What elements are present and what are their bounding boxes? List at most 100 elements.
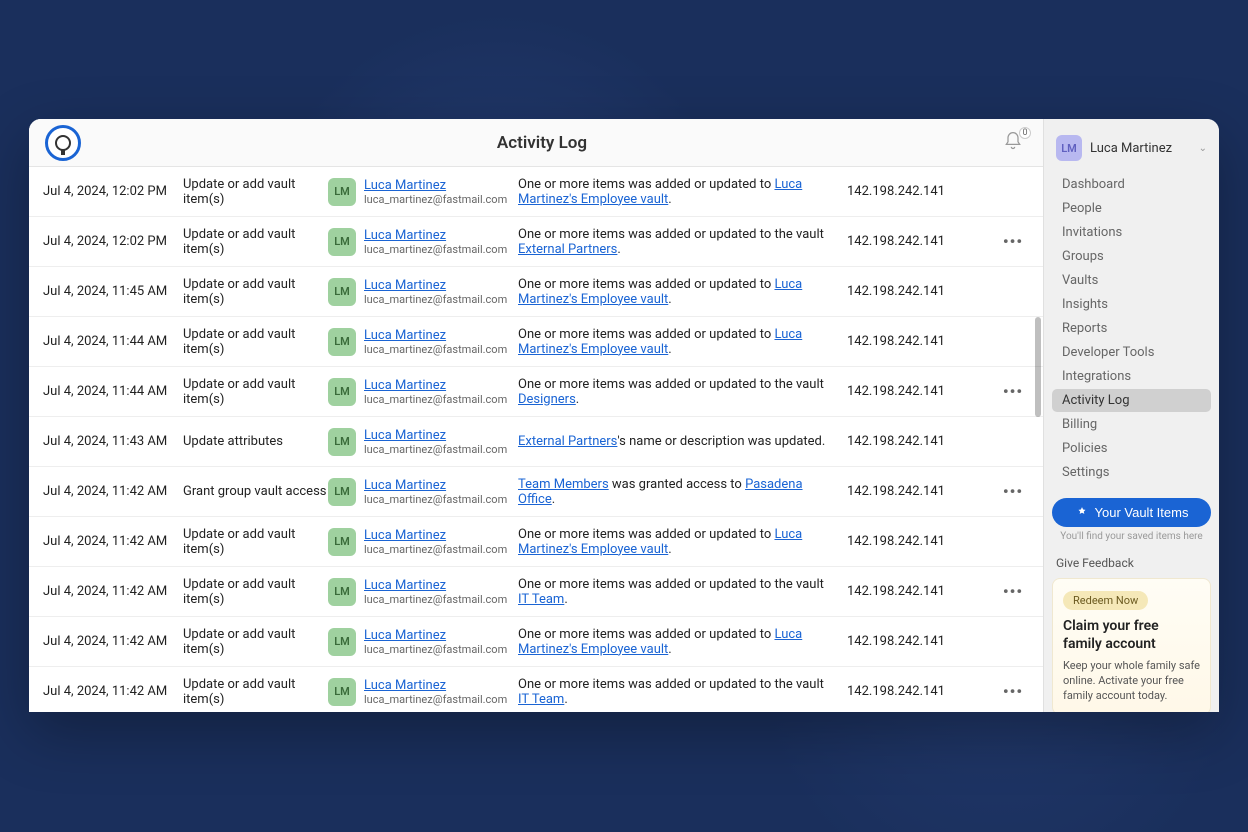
row-menu-button[interactable]: ••• <box>997 382 1029 401</box>
user-email: luca_martinez@fastmail.com <box>364 543 507 556</box>
row-date: Jul 4, 2024, 11:42 AM <box>43 484 183 499</box>
sidebar-item-groups[interactable]: Groups <box>1052 245 1211 268</box>
user-link[interactable]: Luca Martinez <box>364 528 507 543</box>
app-window: Activity Log 0 Jul 4, 2024, 12:02 PMUpda… <box>29 119 1219 712</box>
user-link[interactable]: Luca Martinez <box>364 178 507 193</box>
activity-rows: Jul 4, 2024, 12:02 PMUpdate or add vault… <box>29 167 1043 712</box>
row-menu-button[interactable]: ••• <box>997 582 1029 601</box>
row-ip: 142.198.242.141 <box>847 634 997 649</box>
row-ip: 142.198.242.141 <box>847 534 997 549</box>
activity-row: Jul 4, 2024, 12:02 PMUpdate or add vault… <box>29 217 1043 267</box>
sidebar-item-settings[interactable]: Settings <box>1052 461 1211 484</box>
row-description: One or more items was added or updated t… <box>518 277 847 307</box>
user-link[interactable]: Luca Martinez <box>364 578 507 593</box>
user-link[interactable]: Luca Martinez <box>364 278 507 293</box>
give-feedback-link[interactable]: Give Feedback <box>1056 556 1207 570</box>
row-date: Jul 4, 2024, 11:44 AM <box>43 334 183 349</box>
user-link[interactable]: Luca Martinez <box>364 378 507 393</box>
promo-card: Redeem Now Claim your free family accoun… <box>1052 578 1211 712</box>
entity-link[interactable]: Luca Martinez's Employee vault <box>518 627 802 657</box>
row-user: LMLuca Martinezluca_martinez@fastmail.co… <box>328 228 518 256</box>
account-menu[interactable]: LM Luca Martinez ⌄ <box>1052 131 1211 173</box>
row-ip: 142.198.242.141 <box>847 484 997 499</box>
user-link[interactable]: Luca Martinez <box>364 228 507 243</box>
sidebar-item-billing[interactable]: Billing <box>1052 413 1211 436</box>
sidebar-item-dashboard[interactable]: Dashboard <box>1052 173 1211 196</box>
activity-row: Jul 4, 2024, 11:42 AMUpdate or add vault… <box>29 517 1043 567</box>
entity-link[interactable]: Luca Martinez's Employee vault <box>518 277 802 307</box>
app-logo-icon <box>45 125 81 161</box>
avatar: LM <box>328 278 356 306</box>
sidebar-item-activity-log[interactable]: Activity Log <box>1052 389 1211 412</box>
chevron-down-icon: ⌄ <box>1199 143 1207 154</box>
row-description: One or more items was added or updated t… <box>518 627 847 657</box>
avatar: LM <box>328 378 356 406</box>
entity-link[interactable]: IT Team <box>518 592 564 607</box>
promo-title: Claim your free family account <box>1063 618 1200 653</box>
vault-items-button[interactable]: Your Vault Items <box>1052 498 1211 527</box>
row-date: Jul 4, 2024, 11:42 AM <box>43 584 183 599</box>
user-link[interactable]: Luca Martinez <box>364 678 507 693</box>
row-date: Jul 4, 2024, 12:02 PM <box>43 234 183 249</box>
sidebar-item-people[interactable]: People <box>1052 197 1211 220</box>
user-email: luca_martinez@fastmail.com <box>364 243 507 256</box>
sidebar-item-integrations[interactable]: Integrations <box>1052 365 1211 388</box>
row-action: Update or add vault item(s) <box>183 527 328 557</box>
user-link[interactable]: Luca Martinez <box>364 478 507 493</box>
row-action: Update or add vault item(s) <box>183 677 328 707</box>
user-link[interactable]: Luca Martinez <box>364 428 507 443</box>
row-date: Jul 4, 2024, 11:42 AM <box>43 534 183 549</box>
avatar: LM <box>328 428 356 456</box>
sidebar-item-vaults[interactable]: Vaults <box>1052 269 1211 292</box>
sidebar-item-insights[interactable]: Insights <box>1052 293 1211 316</box>
row-action: Update or add vault item(s) <box>183 227 328 257</box>
row-ip: 142.198.242.141 <box>847 384 997 399</box>
sidebar-item-invitations[interactable]: Invitations <box>1052 221 1211 244</box>
avatar: LM <box>328 178 356 206</box>
entity-link[interactable]: External Partners <box>518 434 617 449</box>
avatar: LM <box>328 478 356 506</box>
entity-link[interactable]: Luca Martinez's Employee vault <box>518 327 802 357</box>
row-user: LM Luca Martinezluca_martinez@fastmail.co… <box>328 278 518 306</box>
row-ip: 142.198.242.141 <box>847 434 997 449</box>
entity-link[interactable]: Luca Martinez's Employee vault <box>518 527 802 557</box>
entity-link[interactable]: Team Members <box>518 477 609 492</box>
row-user: LMLuca Martinezluca_martinez@fastmail.co… <box>328 178 518 206</box>
sidebar-item-policies[interactable]: Policies <box>1052 437 1211 460</box>
row-menu-button[interactable]: ••• <box>997 682 1029 701</box>
header: Activity Log 0 <box>29 119 1043 167</box>
avatar: LM <box>328 628 356 656</box>
row-description: One or more items was added or updated t… <box>518 527 847 557</box>
entity-link[interactable]: IT Team <box>518 692 564 707</box>
row-user: LMLuca Martinezluca_martinez@fastmail.co… <box>328 378 518 406</box>
user-link[interactable]: Luca Martinez <box>364 328 507 343</box>
scrollbar-thumb[interactable] <box>1035 317 1041 417</box>
activity-row: Jul 4, 2024, 11:43 AMUpdate attributesLM… <box>29 417 1043 467</box>
row-ip: 142.198.242.141 <box>847 584 997 599</box>
user-email: luca_martinez@fastmail.com <box>364 693 507 706</box>
sidebar-item-developer-tools[interactable]: Developer Tools <box>1052 341 1211 364</box>
row-description: One or more items was added or updated t… <box>518 177 847 207</box>
row-ip: 142.198.242.141 <box>847 234 997 249</box>
entity-link[interactable]: External Partners <box>518 242 617 257</box>
row-menu-button[interactable]: ••• <box>997 482 1029 501</box>
activity-row: Jul 4, 2024, 12:02 PMUpdate or add vault… <box>29 167 1043 217</box>
activity-row: Jul 4, 2024, 11:42 AMUpdate or add vault… <box>29 567 1043 617</box>
user-email: luca_martinez@fastmail.com <box>364 293 507 306</box>
row-action: Update or add vault item(s) <box>183 177 328 207</box>
row-ip: 142.198.242.141 <box>847 284 997 299</box>
account-name: Luca Martinez <box>1090 141 1191 156</box>
avatar: LM <box>328 328 356 356</box>
entity-link[interactable]: Designers <box>518 392 576 407</box>
sidebar-item-reports[interactable]: Reports <box>1052 317 1211 340</box>
notifications-button[interactable]: 0 <box>1003 131 1027 155</box>
row-user: LMLuca Martinezluca_martinez@fastmail.co… <box>328 678 518 706</box>
main-panel: Activity Log 0 Jul 4, 2024, 12:02 PMUpda… <box>29 119 1043 712</box>
redeem-now-button[interactable]: Redeem Now <box>1063 591 1148 610</box>
row-ip: 142.198.242.141 <box>847 334 997 349</box>
entity-link[interactable]: Luca Martinez's Employee vault <box>518 177 802 207</box>
activity-row: Jul 4, 2024, 11:44 AMUpdate or add vault… <box>29 317 1043 367</box>
user-link[interactable]: Luca Martinez <box>364 628 507 643</box>
row-user: LMLuca Martinezluca_martinez@fastmail.co… <box>328 578 518 606</box>
row-menu-button[interactable]: ••• <box>997 232 1029 251</box>
